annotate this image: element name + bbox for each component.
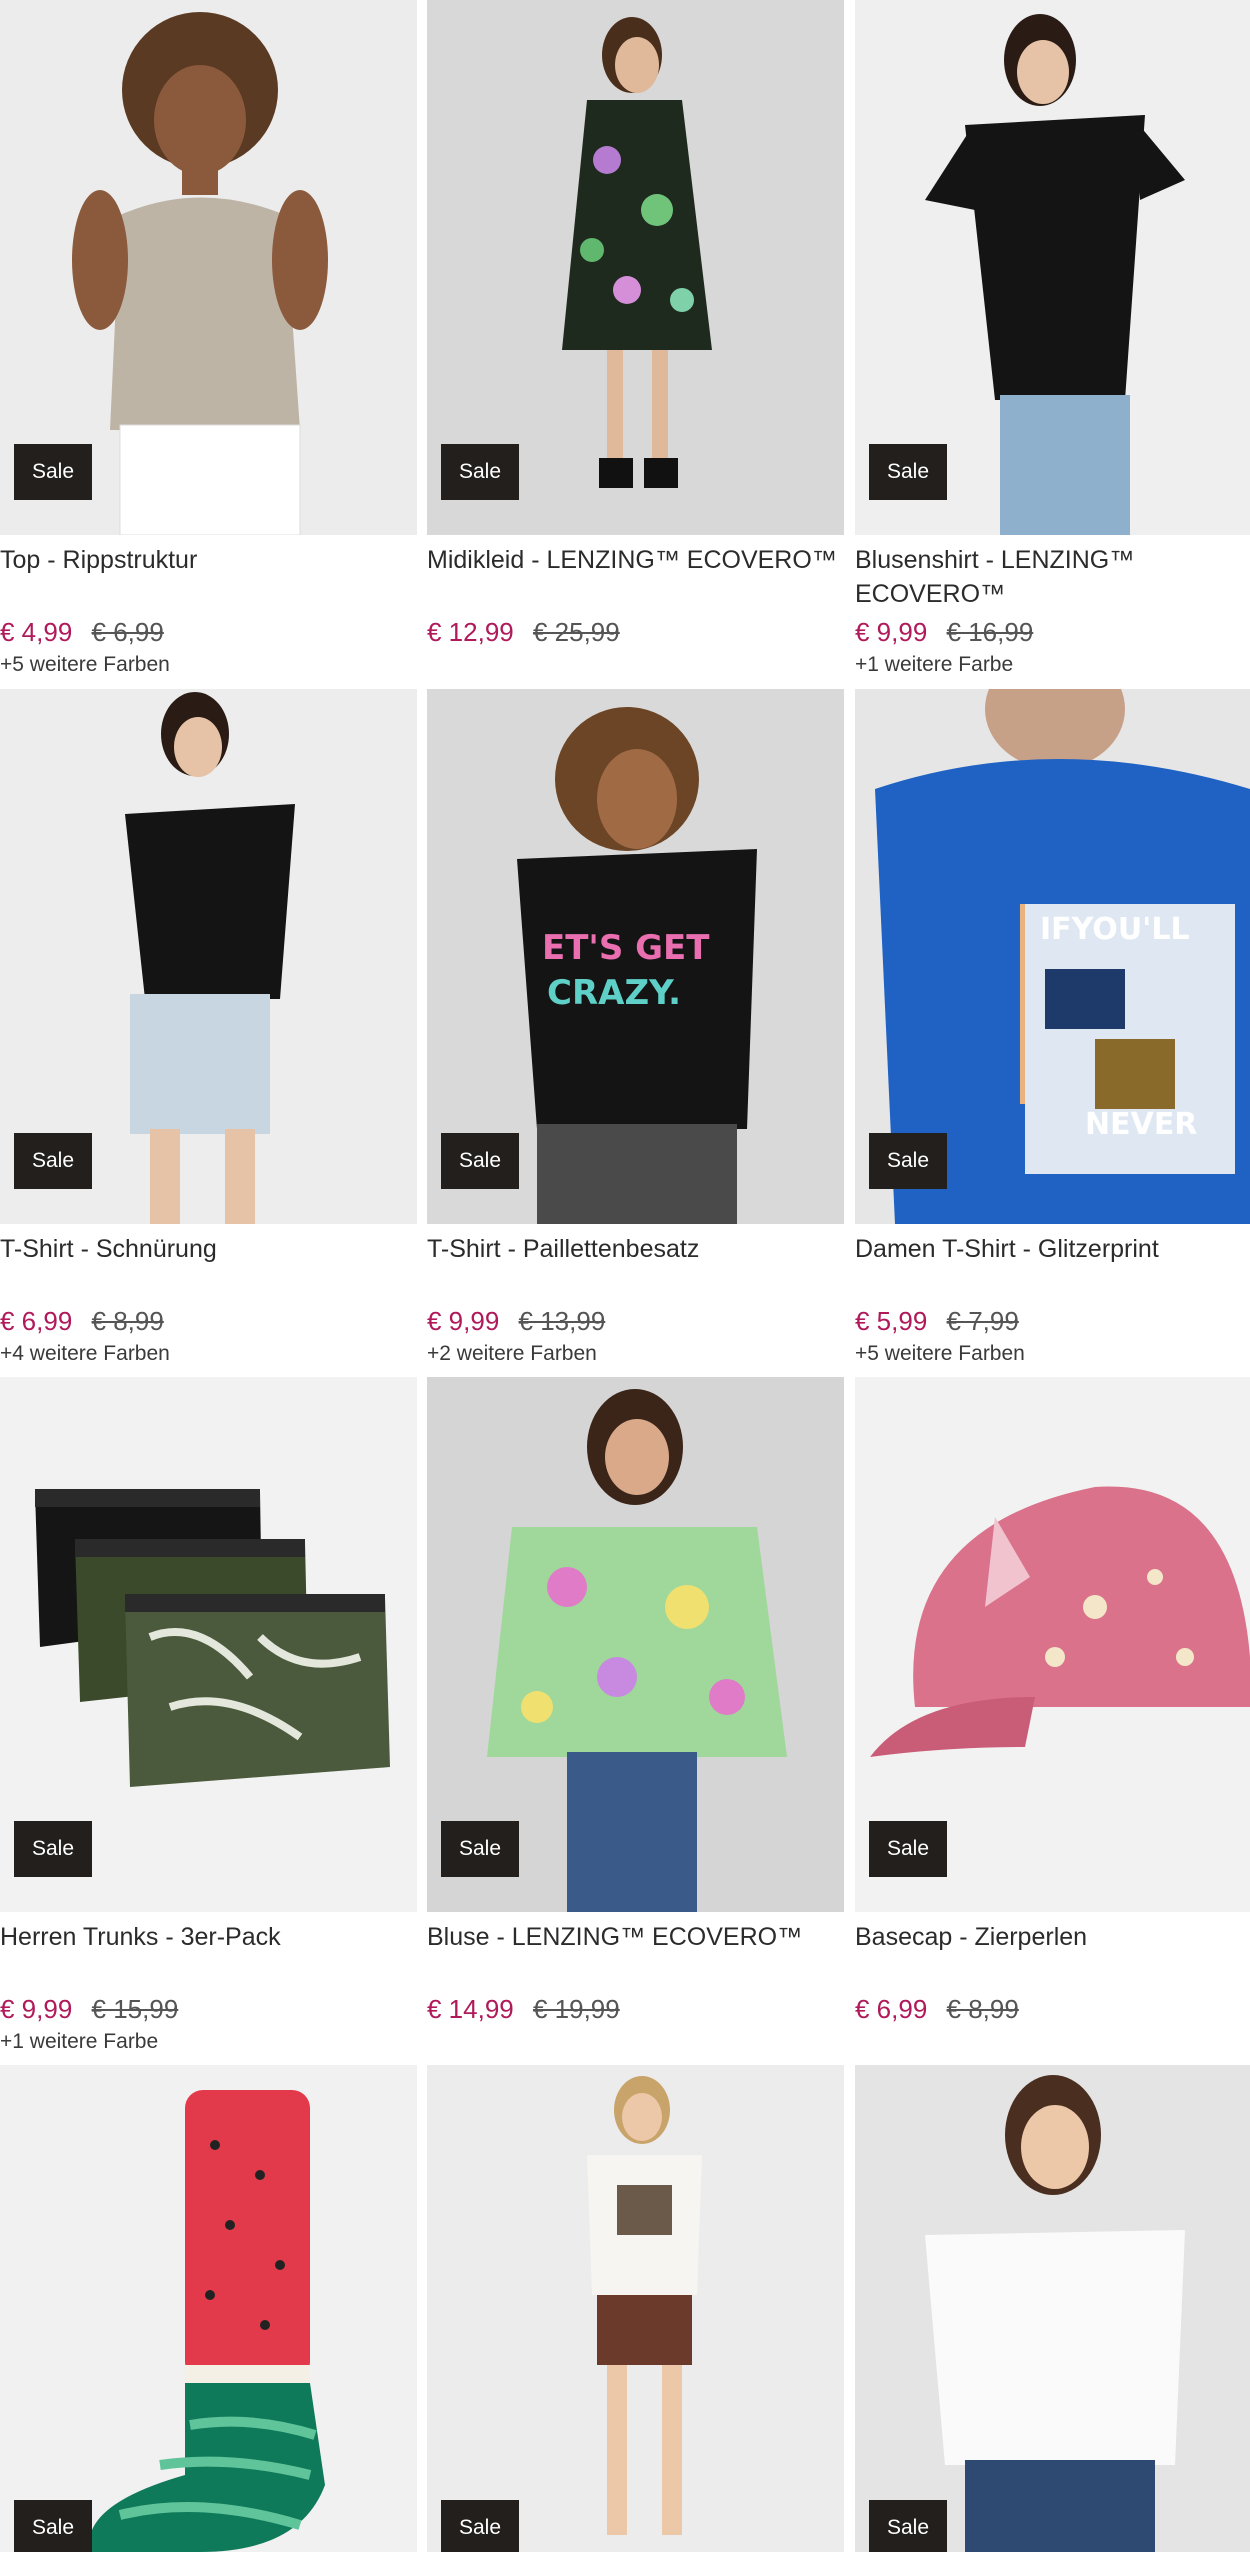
product-image-woman-blue-print-tshirt[interactable]: IFYOU'LL NEVER Sale (855, 689, 1250, 1224)
product-card[interactable]: Sale Herren Trunks - 3er-Pack € 9,99 € 1… (0, 1377, 417, 2056)
original-price: € 6,99 (91, 617, 164, 647)
product-title[interactable]: Bluse - LENZING™ ECOVERO™ (427, 1920, 844, 1988)
product-card[interactable]: Sale (427, 2065, 844, 2552)
sale-price: € 9,99 (427, 1306, 500, 1336)
product-image-woman-black-sequin-tshirt[interactable]: ET'S GET CRAZY. Sale (427, 689, 844, 1224)
sale-badge[interactable]: Sale (869, 444, 947, 500)
original-price: € 13,99 (518, 1306, 606, 1336)
svg-text:ET'S GET: ET'S GET (542, 928, 710, 968)
product-card[interactable]: Sale Bluse - LENZING™ ECOVERO™ € 14,99 €… (427, 1377, 844, 2028)
original-price: € 19,99 (532, 1994, 620, 2024)
product-prices: € 9,99 € 13,99 (427, 1305, 844, 1337)
svg-text:IFYOU'LL: IFYOU'LL (1040, 912, 1190, 947)
product-image-pink-baseball-cap[interactable]: Sale (855, 1377, 1250, 1912)
sale-badge[interactable]: Sale (869, 2500, 947, 2552)
sale-badge[interactable]: Sale (441, 1133, 519, 1189)
svg-text:NEVER: NEVER (1085, 1107, 1197, 1142)
sale-price: € 6,99 (855, 1994, 928, 2024)
product-title[interactable]: Damen T-Shirt - Glitzerprint (855, 1232, 1250, 1300)
product-card[interactable]: Sale Top - Rippstruktur € 4,99 € 6,99 +5… (0, 0, 417, 679)
product-title[interactable]: Herren Trunks - 3er-Pack (0, 1920, 417, 1988)
more-colors-link[interactable]: +1 weitere Farbe (855, 651, 1250, 679)
product-prices: € 14,99 € 19,99 (427, 1993, 844, 2025)
more-colors-link[interactable]: +5 weitere Farben (0, 651, 417, 679)
product-card[interactable]: ET'S GET CRAZY. Sale T-Shirt - Paillette… (427, 689, 844, 1368)
product-card[interactable]: Sale Midikleid - LENZING™ ECOVERO™ € 12,… (427, 0, 844, 651)
product-prices: € 4,99 € 6,99 (0, 616, 417, 648)
product-card[interactable]: Sale Basecap - Zierperlen € 6,99 € 8,99 (855, 1377, 1250, 2028)
original-price: € 16,99 (946, 617, 1034, 647)
product-title[interactable]: T-Shirt - Paillettenbesatz (427, 1232, 844, 1300)
sale-price: € 5,99 (855, 1306, 928, 1336)
sale-price: € 4,99 (0, 617, 73, 647)
product-image-woman-white-tshirt-jeans[interactable]: Sale (855, 2065, 1250, 2552)
sale-price: € 14,99 (427, 1994, 514, 2024)
product-prices: € 9,99 € 15,99 (0, 1993, 417, 2025)
product-image-woman-black-ruffle-blouse[interactable]: Sale (855, 0, 1250, 535)
product-card[interactable]: Sale Blusenshirt - LENZING™ ECOVERO™ € 9… (855, 0, 1250, 679)
product-card[interactable]: Sale (855, 2065, 1250, 2552)
product-prices: € 12,99 € 25,99 (427, 616, 844, 648)
more-colors-link[interactable]: +2 weitere Farben (427, 1340, 844, 1368)
product-prices: € 6,99 € 8,99 (855, 1993, 1250, 2025)
product-title[interactable]: Basecap - Zierperlen (855, 1920, 1250, 1988)
original-price: € 15,99 (91, 1994, 179, 2024)
sale-price: € 9,99 (0, 1994, 73, 2024)
product-prices: € 5,99 € 7,99 (855, 1305, 1250, 1337)
product-title[interactable]: Top - Rippstruktur (0, 543, 417, 611)
sale-badge[interactable]: Sale (14, 2500, 92, 2552)
product-image-woman-beige-tank-top[interactable]: Sale (0, 0, 417, 535)
more-colors-link[interactable]: +5 weitere Farben (855, 1340, 1250, 1368)
original-price: € 8,99 (91, 1306, 164, 1336)
sale-badge[interactable]: Sale (441, 1821, 519, 1877)
sale-price: € 6,99 (0, 1306, 73, 1336)
original-price: € 8,99 (946, 1994, 1019, 2024)
sale-badge[interactable]: Sale (869, 1821, 947, 1877)
product-title[interactable]: Midikleid - LENZING™ ECOVERO™ (427, 543, 844, 611)
sale-badge[interactable]: Sale (14, 1821, 92, 1877)
more-colors-link[interactable]: +4 weitere Farben (0, 1340, 417, 1368)
sale-badge[interactable]: Sale (14, 444, 92, 500)
product-card[interactable]: IFYOU'LL NEVER Sale Damen T-Shirt - Glit… (855, 689, 1250, 1368)
product-prices: € 6,99 € 8,99 (0, 1305, 417, 1337)
product-card[interactable]: Sale (0, 2065, 417, 2552)
product-grid: Sale Top - Rippstruktur € 4,99 € 6,99 +5… (0, 0, 1250, 2552)
product-image-three-boxer-trunks[interactable]: Sale (0, 1377, 417, 1912)
product-prices: € 9,99 € 16,99 (855, 616, 1250, 648)
sale-badge[interactable]: Sale (869, 1133, 947, 1189)
sale-price: € 9,99 (855, 617, 928, 647)
product-image-watermelon-sock[interactable]: Sale (0, 2065, 417, 2552)
sale-price: € 12,99 (427, 617, 514, 647)
product-card[interactable]: Sale T-Shirt - Schnürung € 6,99 € 8,99 +… (0, 689, 417, 1368)
sale-badge[interactable]: Sale (441, 2500, 519, 2552)
product-image-woman-black-tshirt-shorts[interactable]: Sale (0, 689, 417, 1224)
product-title[interactable]: Blusenshirt - LENZING™ ECOVERO™ (855, 543, 1250, 611)
svg-text:CRAZY.: CRAZY. (547, 973, 681, 1013)
original-price: € 7,99 (946, 1306, 1019, 1336)
sale-badge[interactable]: Sale (14, 1133, 92, 1189)
more-colors-link[interactable]: +1 weitere Farbe (0, 2028, 417, 2056)
original-price: € 25,99 (532, 617, 620, 647)
product-title[interactable]: T-Shirt - Schnürung (0, 1232, 417, 1300)
product-image-woman-white-tshirt-brown-shorts[interactable]: Sale (427, 2065, 844, 2552)
product-image-woman-floral-blouse[interactable]: Sale (427, 1377, 844, 1912)
sale-badge[interactable]: Sale (441, 444, 519, 500)
product-image-woman-floral-dress[interactable]: Sale (427, 0, 844, 535)
